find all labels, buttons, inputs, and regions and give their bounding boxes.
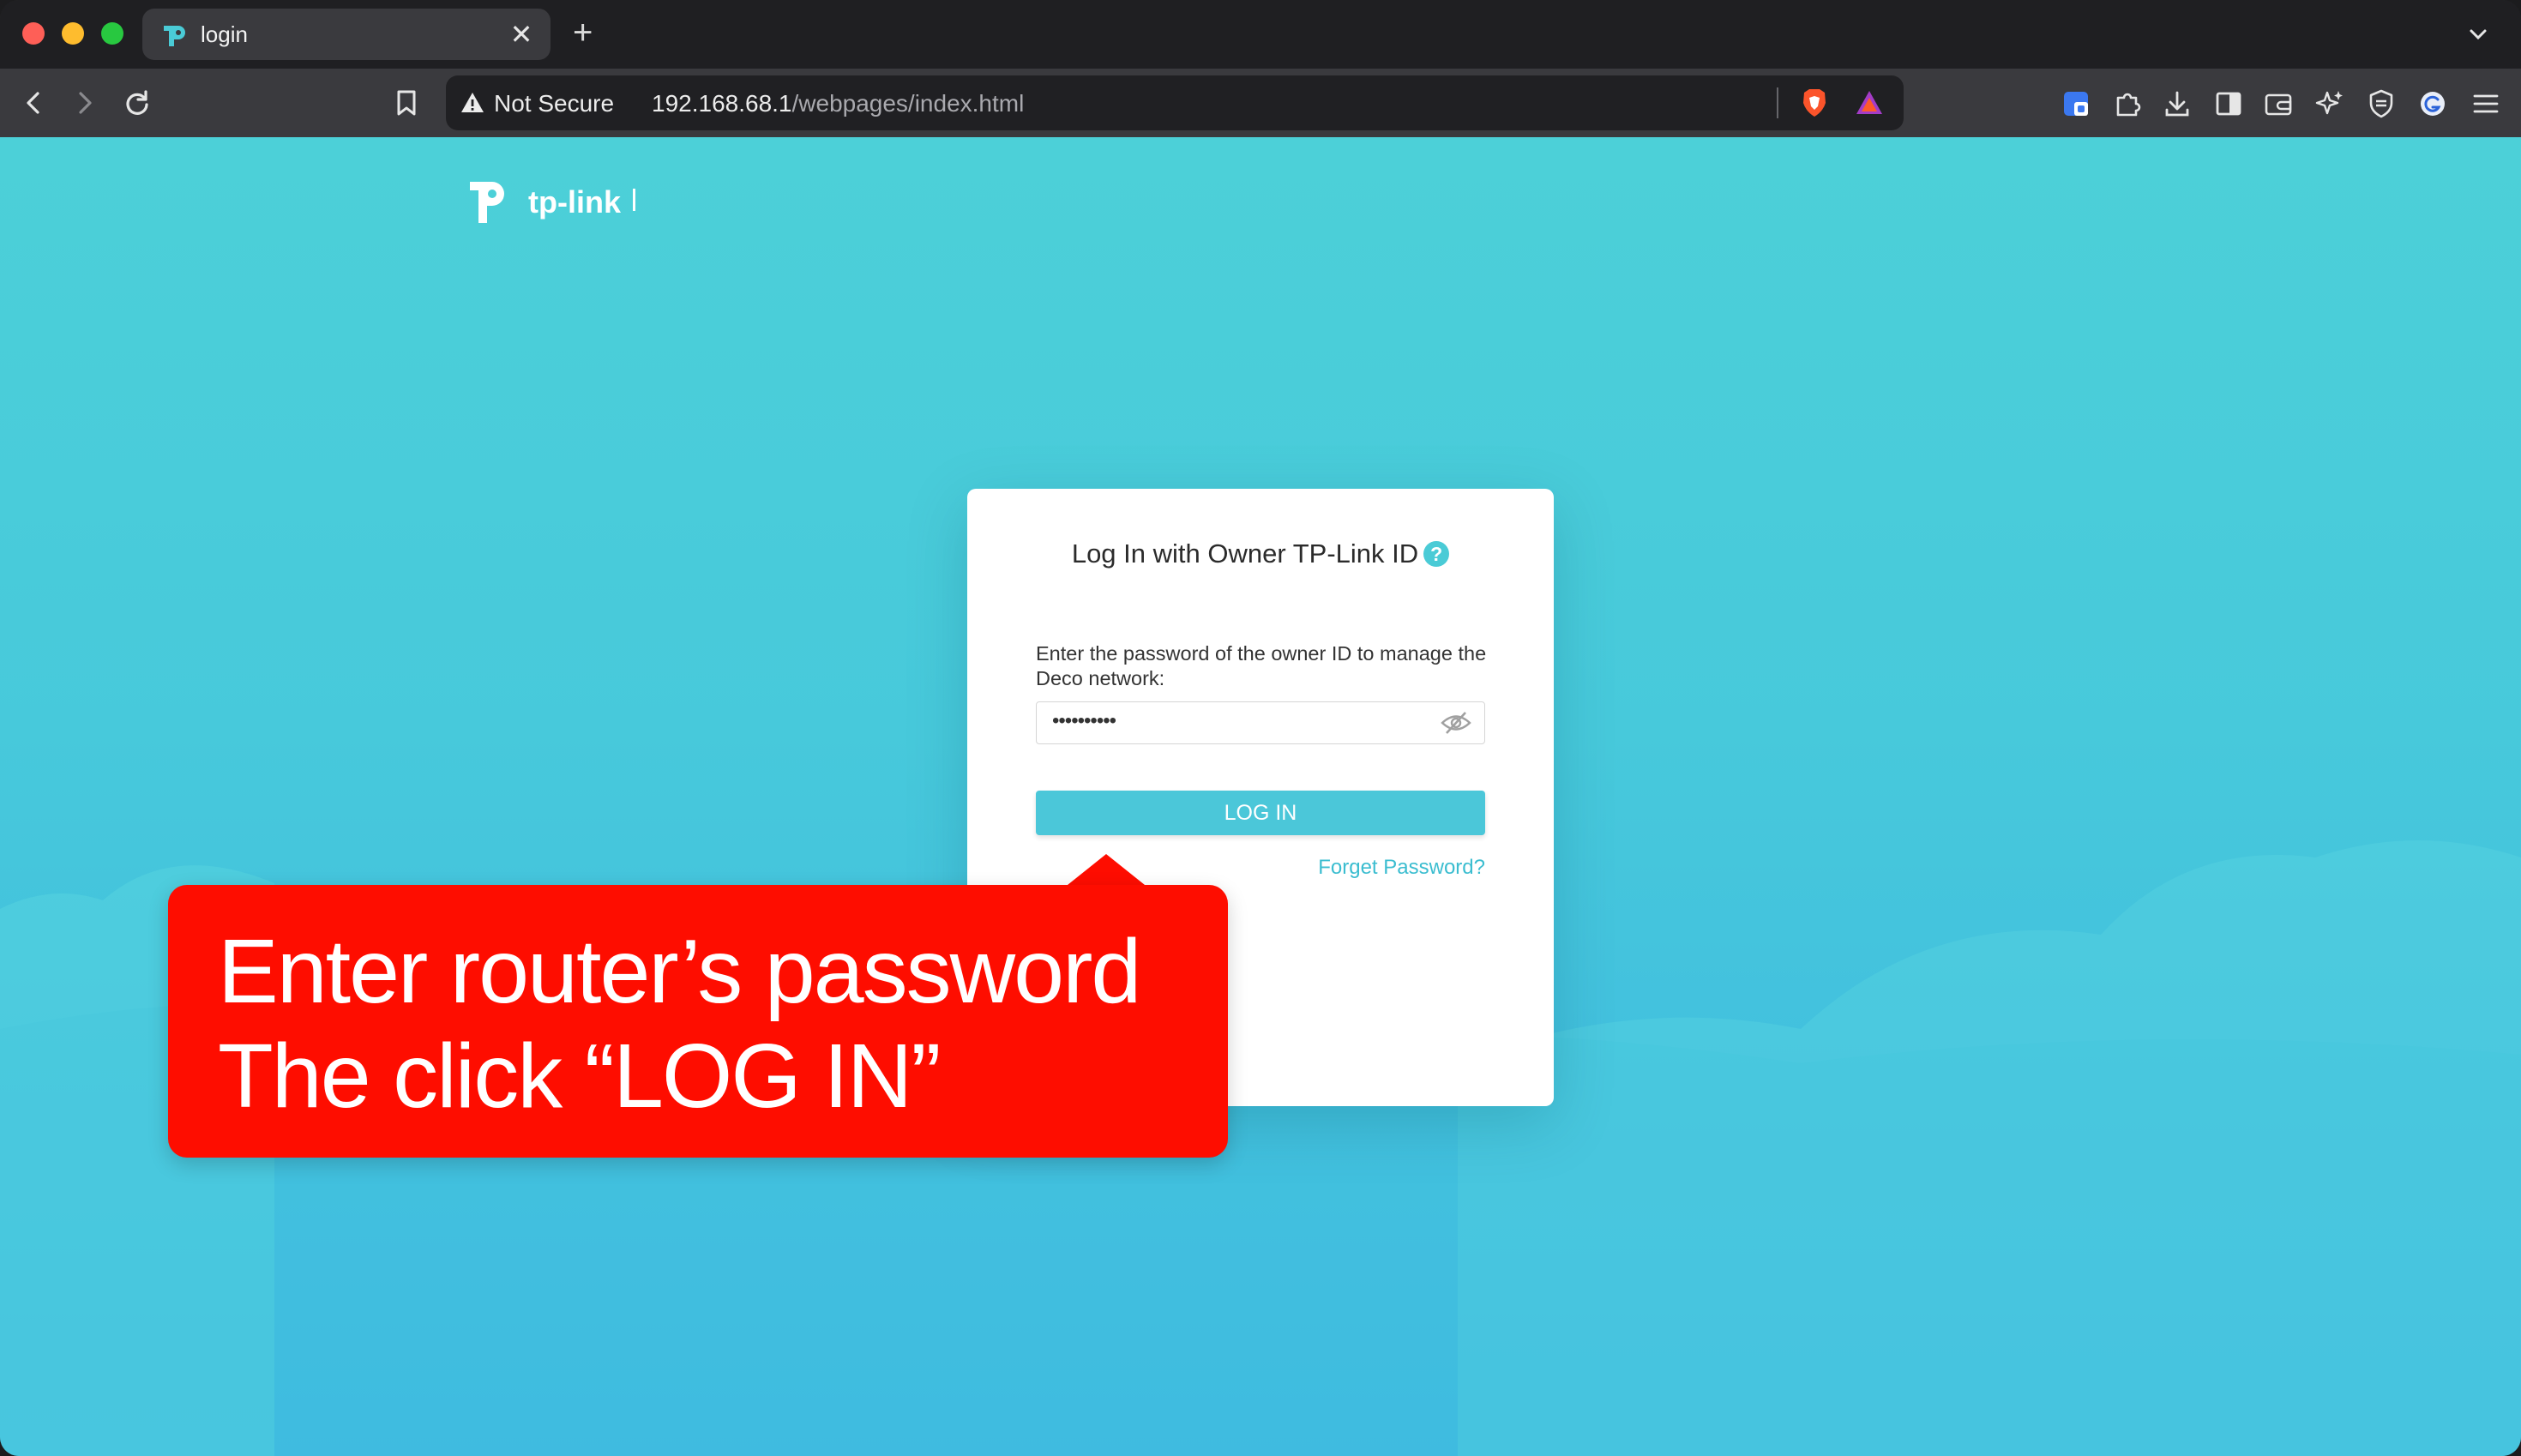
login-button[interactable]: LOG IN: [1036, 791, 1485, 835]
password-mask: ••••••••••: [1052, 709, 1116, 732]
callout-line-2: The click “LOG IN”: [218, 1026, 942, 1127]
brand-divider: [633, 189, 635, 211]
tplink-logo: tp-link: [470, 182, 622, 223]
login-title: Log In with Owner TP-Link ID?: [967, 538, 1554, 569]
router-login-page: tp-link Log In with Owner TP-Link ID? En…: [0, 137, 2521, 1456]
reload-icon[interactable]: [118, 84, 156, 122]
hide-password-eye-icon[interactable]: [1440, 710, 1472, 736]
url-path: /webpages/index.html: [791, 90, 1025, 117]
warning-icon: [461, 93, 484, 112]
brave-shields-icon[interactable]: [1797, 86, 1832, 120]
tplink-favicon-icon: [164, 26, 185, 46]
password-input[interactable]: ••••••••••: [1036, 701, 1485, 744]
menu-icon[interactable]: [2468, 86, 2504, 122]
tab-title: login: [201, 21, 248, 47]
forward-icon[interactable]: [65, 84, 103, 122]
puzzle-icon[interactable]: [2109, 86, 2145, 122]
tab-close-icon[interactable]: ✕: [504, 17, 538, 51]
tab-login[interactable]: login ✕: [142, 9, 551, 60]
callout-pointer: [1063, 854, 1149, 888]
instruction-callout: Enter router’s password The click “LOG I…: [168, 885, 1228, 1158]
download-icon[interactable]: [2159, 86, 2195, 122]
forget-password-link[interactable]: Forget Password?: [1318, 856, 1485, 880]
wallet-icon[interactable]: [2260, 86, 2296, 122]
security-label[interactable]: Not Secure: [494, 90, 614, 117]
minimize-window-button[interactable]: [62, 22, 84, 45]
browser-toolbar: Not Secure 192.168.68.1/webpages/index.h…: [0, 69, 2521, 137]
login-title-text: Log In with Owner TP-Link ID: [1071, 538, 1419, 569]
bookmark-icon[interactable]: [388, 84, 425, 122]
address-bar[interactable]: Not Secure 192.168.68.1/webpages/index.h…: [446, 75, 1904, 130]
login-description: Enter the password of the owner ID to ma…: [1036, 642, 1487, 689]
url-text[interactable]: 192.168.68.1/webpages/index.html: [652, 90, 1024, 117]
vpn-shield-icon[interactable]: [2363, 86, 2399, 122]
grammarly-icon[interactable]: [2415, 86, 2451, 122]
callout-text: Enter router’s password The click “LOG I…: [218, 919, 1141, 1128]
help-icon[interactable]: ?: [1423, 541, 1450, 567]
omnibox-divider: [1777, 87, 1778, 118]
close-window-button[interactable]: [22, 22, 45, 45]
back-icon[interactable]: [15, 84, 53, 122]
url-host: 192.168.68.1: [652, 90, 792, 117]
tab-strip: login ✕ +: [0, 0, 2521, 69]
new-tab-button[interactable]: +: [573, 14, 593, 51]
brand-text: tp-link: [528, 184, 622, 220]
leo-ai-icon[interactable]: [2312, 86, 2348, 122]
brave-rewards-icon[interactable]: [1852, 86, 1886, 120]
browser-window: login ✕ + Not Secure 192.168.68.1/webpag…: [0, 0, 2521, 1456]
zoom-window-button[interactable]: [101, 22, 123, 45]
callout-line-1: Enter router’s password: [218, 921, 1141, 1022]
sidebar-icon[interactable]: [2211, 86, 2247, 122]
bitwarden-icon[interactable]: [2058, 86, 2094, 122]
chevron-down-icon[interactable]: [2461, 17, 2495, 51]
